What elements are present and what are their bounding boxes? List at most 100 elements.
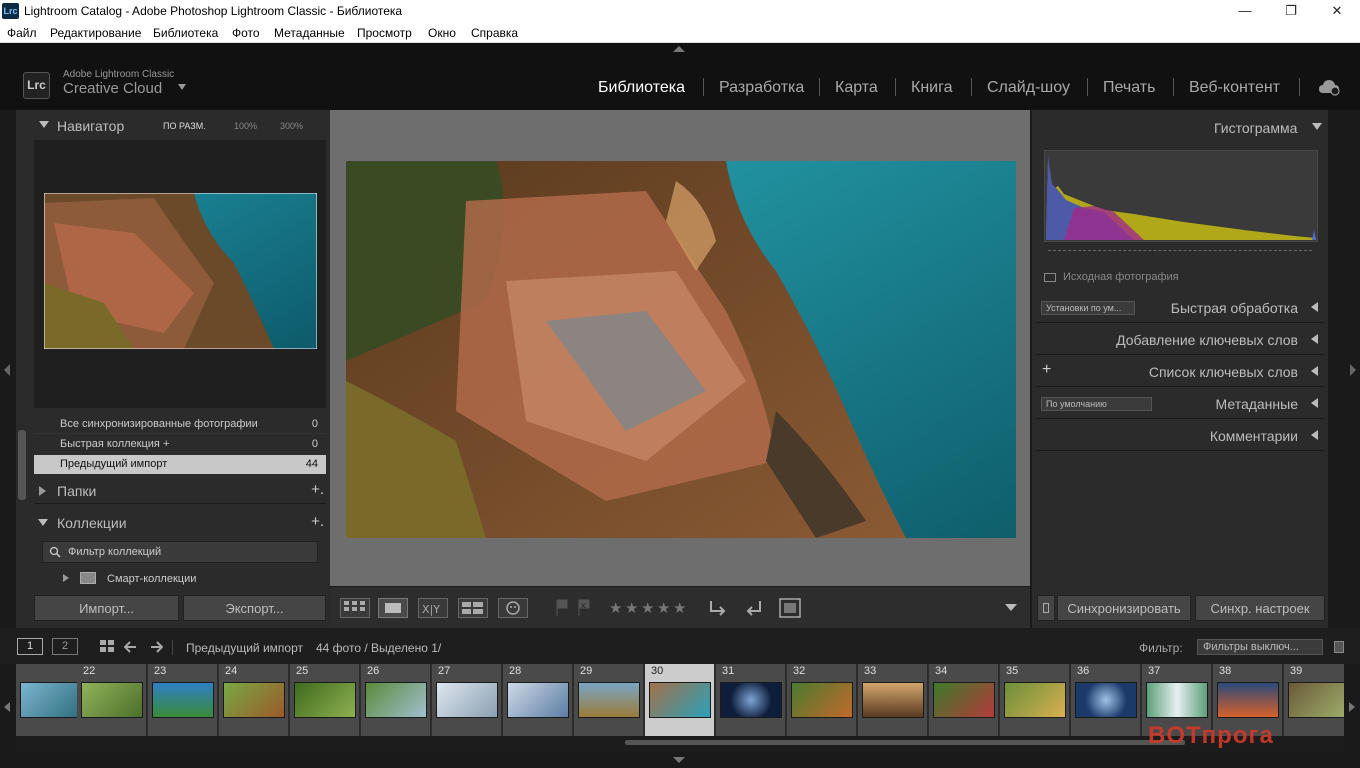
folders-header[interactable]: Папки +.	[34, 478, 326, 504]
grid-icon[interactable]	[100, 640, 116, 654]
quick-develop-preset[interactable]: Установки по ум...	[1041, 301, 1135, 315]
keywording-section[interactable]: Добавление ключевых слов	[1036, 325, 1324, 355]
catalog-row[interactable]: Быстрая коллекция + 0	[34, 434, 326, 454]
menu-window[interactable]: Окно	[428, 26, 456, 40]
add-collection-icon[interactable]: +.	[311, 513, 324, 530]
zoom-fit-option[interactable]: ПО РАЗМ.	[163, 121, 206, 131]
filmstrip-source[interactable]: Предыдущий импорт	[186, 641, 303, 655]
quick-develop-section[interactable]: Установки по ум... Быстрая обработка	[1036, 293, 1324, 323]
original-photo-checkbox[interactable]	[1044, 273, 1056, 282]
module-map[interactable]: Карта	[835, 79, 878, 97]
module-library[interactable]: Библиотека	[598, 79, 685, 97]
filmstrip-cell[interactable]: 24	[219, 664, 289, 736]
menu-edit[interactable]: Редактирование	[50, 26, 141, 40]
keyword-list-section[interactable]: + Список ключевых слов	[1036, 357, 1324, 387]
thumbnail	[81, 682, 143, 718]
filmstrip-cell[interactable]: 34	[929, 664, 999, 736]
export-button[interactable]: Экспорт...	[183, 595, 326, 621]
restore-button[interactable]: ❐	[1268, 0, 1314, 23]
metadata-preset[interactable]: По умолчанию	[1041, 397, 1152, 411]
svg-text:★: ★	[609, 599, 622, 615]
collections-header[interactable]: Коллекции +.	[34, 510, 326, 536]
loupe-view-icon[interactable]	[378, 598, 408, 618]
menu-view[interactable]: Просмотр	[357, 26, 412, 40]
menu-metadata[interactable]: Метаданные	[274, 26, 345, 40]
menu-library[interactable]: Библиотека	[153, 26, 218, 40]
smart-collections-row[interactable]: Смарт-коллекции	[34, 570, 326, 588]
zoom-100-option[interactable]: 100%	[234, 121, 257, 131]
add-folder-icon[interactable]: +.	[311, 481, 324, 498]
collection-filter-input[interactable]: Фильтр коллекций	[42, 541, 318, 563]
filmstrip-cell[interactable]	[16, 664, 86, 736]
filter-lock-icon[interactable]	[1334, 641, 1344, 653]
forward-arrow-icon[interactable]	[149, 640, 163, 654]
filmstrip-cell[interactable]: 23	[148, 664, 218, 736]
rotate-icons[interactable]	[708, 597, 764, 619]
module-print[interactable]: Печать	[1103, 79, 1155, 97]
collapse-left-icon[interactable]	[4, 364, 10, 376]
identity-large: Creative Cloud	[63, 80, 163, 97]
sync-button[interactable]: Синхронизировать	[1057, 595, 1191, 621]
filmstrip-cell[interactable]: 32	[787, 664, 857, 736]
lrc-badge: Lrc	[23, 72, 50, 99]
compare-view-icon[interactable]: X|Y	[418, 598, 448, 618]
expand-triangle-icon[interactable]	[39, 121, 49, 128]
filmstrip-cell[interactable]: 36	[1071, 664, 1141, 736]
metadata-section[interactable]: По умолчанию Метаданные	[1036, 389, 1324, 419]
catalog-row-selected[interactable]: Предыдущий импорт 44	[34, 455, 326, 474]
thumbnail	[507, 682, 569, 718]
catalog-row[interactable]: Все синхронизированные фотографии 0	[34, 414, 326, 434]
module-web[interactable]: Веб-контент	[1189, 79, 1280, 97]
filmstrip-cell[interactable]: 25	[290, 664, 360, 736]
cloud-sync-icon[interactable]	[1318, 78, 1342, 96]
filmstrip-cell[interactable]: 31	[716, 664, 786, 736]
auto-sync-toggle[interactable]	[1037, 595, 1055, 621]
zoom-300-option[interactable]: 300%	[280, 121, 303, 131]
navigator-title[interactable]: Навигатор	[57, 118, 124, 134]
module-book[interactable]: Книга	[911, 79, 952, 97]
survey-view-icon[interactable]	[458, 598, 488, 618]
filmstrip-scrollbar[interactable]	[625, 740, 1185, 745]
comments-section[interactable]: Комментарии	[1036, 421, 1324, 451]
back-arrow-icon[interactable]	[124, 640, 138, 654]
filmstrip-cell[interactable]: 22	[77, 664, 147, 736]
module-slideshow[interactable]: Слайд-шоу	[987, 79, 1070, 97]
collapse-right-icon[interactable]	[1350, 364, 1356, 376]
collapse-bottom-icon[interactable]	[673, 757, 685, 763]
filmstrip-cell[interactable]: 27	[432, 664, 502, 736]
filmstrip-cell[interactable]: 28	[503, 664, 573, 736]
filmstrip-scroll-right-icon[interactable]	[1349, 702, 1355, 712]
expand-triangle-icon[interactable]	[1312, 123, 1322, 130]
star-rating-icon[interactable]: ★ ★ ★ ★ ★	[609, 599, 693, 615]
people-view-icon[interactable]	[498, 598, 528, 618]
close-button[interactable]: ✕	[1314, 0, 1360, 23]
add-keyword-icon[interactable]: +	[1042, 361, 1051, 379]
chevron-down-icon[interactable]	[178, 84, 186, 90]
import-button[interactable]: Импорт...	[34, 595, 179, 621]
filmstrip-cell[interactable]: 39	[1284, 664, 1344, 736]
filmstrip-cell[interactable]: 35	[1000, 664, 1070, 736]
filmstrip-cell[interactable]: 29	[574, 664, 644, 736]
minimize-button[interactable]: —	[1222, 0, 1268, 23]
filmstrip-scroll-left-icon[interactable]	[4, 702, 10, 712]
left-scrollbar[interactable]	[18, 430, 26, 500]
collapse-top-icon[interactable]	[673, 46, 685, 52]
main-window-page-button[interactable]: 1	[17, 638, 43, 655]
module-develop[interactable]: Разработка	[719, 79, 804, 97]
navigator-thumbnail[interactable]	[44, 193, 317, 349]
histogram-title[interactable]: Гистограмма	[1214, 120, 1297, 136]
grid-view-icon[interactable]	[340, 598, 370, 618]
filmstrip-cell[interactable]: 26	[361, 664, 431, 736]
filter-select[interactable]: Фильтры выключ...	[1197, 639, 1323, 655]
flag-icons[interactable]: x	[554, 598, 594, 618]
crop-overlay-icon[interactable]	[778, 597, 802, 619]
menu-photo[interactable]: Фото	[232, 26, 260, 40]
filmstrip-cell-selected[interactable]: 30	[645, 664, 715, 736]
main-photo[interactable]	[346, 161, 1016, 538]
second-window-page-button[interactable]: 2	[52, 638, 78, 655]
filmstrip-cell[interactable]: 33	[858, 664, 928, 736]
menu-file[interactable]: Файл	[7, 26, 37, 40]
menu-help[interactable]: Справка	[471, 26, 518, 40]
sync-settings-button[interactable]: Синхр. настроек	[1195, 595, 1325, 621]
toolbar-menu-chevron-icon[interactable]	[1005, 604, 1017, 611]
